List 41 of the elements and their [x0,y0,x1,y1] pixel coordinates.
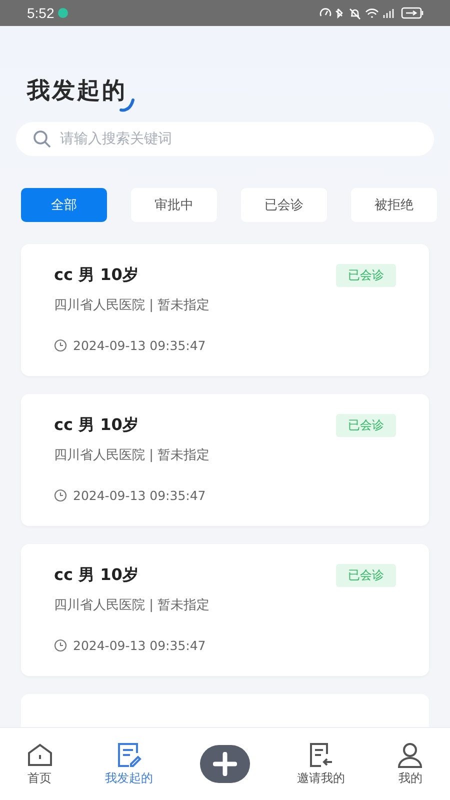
app-notification-icon [58,8,68,18]
hospital-text: 四川省人民医院 | 暂未指定 [54,597,211,614]
nav-tab[interactable]: 首页 [22,742,58,786]
search-icon [32,129,52,149]
wifi-icon [365,8,379,18]
filter-tab[interactable]: 已会诊 [241,188,327,222]
nav-tab[interactable]: 我的 [392,742,428,786]
consultation-card[interactable]: cc 男 10岁 已会诊 四川省人民医院 | 暂未指定 2024-09-13 09:35:47 [21,544,429,676]
hospital-text: 四川省人民医院 | 暂未指定 [54,297,211,314]
bluetooth-icon [335,8,343,19]
signal-icon [383,8,394,19]
clock-icon [54,639,67,652]
patient-title: cc 男 10岁 [54,565,138,586]
user-icon [396,742,424,768]
timestamp: 2024-09-13 09:35:47 [73,338,206,353]
plus-icon [212,752,237,776]
nav-tab[interactable]: 我发起的 [100,742,157,786]
filter-tab[interactable]: 全部 [21,188,107,222]
clock-icon [54,339,67,352]
mute-icon [349,8,361,20]
filter-tab[interactable]: 审批中 [131,188,217,222]
battery-icon [401,7,424,19]
status-time: 5:52 [27,5,54,21]
filter-tab[interactable]: 被拒绝 [351,188,437,222]
patient-title: cc 男 10岁 [54,265,138,286]
consultation-card[interactable]: cc 男 10岁 已会诊 四川省人民医院 | 暂未指定 2024-09-13 09:35:47 [21,244,429,376]
timestamp: 2024-09-13 09:35:47 [73,488,206,503]
speed-icon [320,8,332,17]
search-field[interactable]: 请输入搜索关键词 [16,122,434,156]
status-badge: 已会诊 [336,264,396,287]
page-title: 我发起的 [27,77,127,106]
status-badge: 已会诊 [336,564,396,587]
status-badge: 已会诊 [336,414,396,437]
clock-icon [54,489,67,502]
timestamp: 2024-09-13 09:35:47 [73,638,206,653]
add-button[interactable] [200,745,250,783]
patient-title: cc 男 10岁 [54,415,138,436]
consultation-card[interactable]: cc 男 10岁 已会诊 四川省人民医院 | 暂未指定 2024-09-13 09:35:47 [21,394,429,526]
home-icon [26,742,54,768]
nav-tab[interactable]: 邀请我的 [293,742,350,786]
hospital-text: 四川省人民医院 | 暂未指定 [54,447,211,464]
